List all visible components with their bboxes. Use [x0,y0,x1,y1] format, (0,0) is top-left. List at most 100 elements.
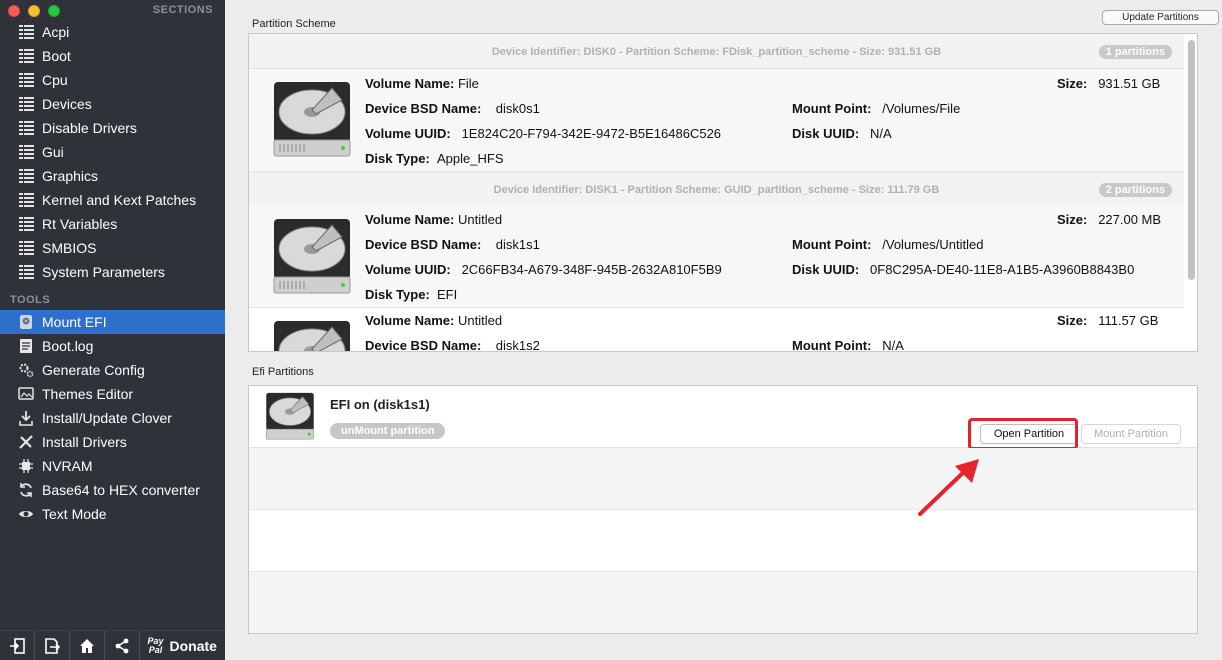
import-button[interactable] [0,630,35,660]
device-header: Device Identifier: DISK0 - Partition Sch… [249,34,1184,69]
bsd-name-label: Device BSD Name: [365,101,482,116]
annotation-arrow [918,459,979,516]
size-value: 227.00 MB [1098,212,1162,227]
bsd-name-value: disk0s1 [495,101,540,116]
disk-uuid-value: 0F8C295A-DE40-11E8-A1B5-A3960B8843B0 [870,262,1135,277]
gears-icon [18,362,34,378]
tool-item-label: Themes Editor [42,386,134,402]
tool-item-base64-to-hex-converter[interactable]: Base64 to HEX converter [0,478,225,502]
disk-uuid-label: Disk UUID: [792,262,860,277]
efi-partitions-list[interactable]: EFI on (disk1s1) unMount partition Open … [248,385,1198,634]
tool-item-label: Generate Config [42,362,145,378]
volume-row[interactable]: Volume Name: Untitled Device BSD Name: d… [249,308,1184,352]
mount-partition-button[interactable]: Mount Partition [1081,424,1181,444]
tool-item-label: Base64 to HEX converter [42,482,200,498]
zoom-window-button[interactable] [48,5,60,17]
bsd-name-value: disk1s2 [495,338,540,352]
disk-uuid-value: N/A [870,126,892,141]
themes-icon [18,386,34,402]
size-value: 931.51 GB [1098,76,1161,91]
minimize-window-button[interactable] [28,5,40,17]
hard-disk-icon [274,321,350,351]
sidebar-item-rt-variables[interactable]: Rt Variables [0,212,225,236]
partition-scheme-title: Partition Scheme [252,18,336,30]
share-icon [115,638,128,653]
hard-disk-icon [273,219,351,294]
sidebar-item-kernel-and-kext-patches[interactable]: Kernel and Kext Patches [0,188,225,212]
volume-uuid-label: Volume UUID: [365,126,451,141]
donate-label: Donate [169,637,217,654]
paypal-icon: Pay Pal [147,635,164,655]
volume-row[interactable]: Volume Name: File Device BSD Name: disk0… [249,69,1184,172]
import-icon [9,637,25,654]
efi-partitions-title: Efi Partitions [252,366,314,378]
close-window-button[interactable] [8,5,20,17]
tool-item-install-update-clover[interactable]: Install/Update Clover [0,406,225,430]
efi-partition-row[interactable]: EFI on (disk1s1) unMount partition Open … [249,386,1197,450]
tool-item-themes-editor[interactable]: Themes Editor [0,382,225,406]
tool-item-label: NVRAM [42,458,93,474]
tools-icon [18,434,34,450]
sidebar-item-gui[interactable]: Gui [0,140,225,164]
convert-icon [18,482,34,498]
unmount-partition-button[interactable]: unMount partition [330,423,446,439]
tool-item-label: Boot.log [42,338,94,354]
disk-type-label: Disk Type: [365,151,430,166]
bsd-name-label: Device BSD Name: [365,338,482,352]
mount-point-value: /Volumes/File [882,101,961,116]
tool-item-text-mode[interactable]: Text Mode [0,502,225,526]
list-icon [18,216,34,232]
export-button[interactable] [35,630,70,660]
sidebar-item-acpi[interactable]: Acpi [0,20,225,44]
tools-heading: TOOLS [10,294,51,306]
tool-item-boot-log[interactable]: Boot.log [0,334,225,358]
sidebar-item-cpu[interactable]: Cpu [0,68,225,92]
efi-partition-title: EFI on (disk1s1) [330,397,430,412]
list-icon [18,24,34,40]
partitions-count-badge: 2 partitions [1098,183,1172,197]
volume-row[interactable]: Volume Name: Untitled Device BSD Name: d… [249,206,1184,308]
share-button[interactable] [105,630,140,660]
sidebar-item-smbios[interactable]: SMBIOS [0,236,225,260]
sidebar-item-label: Cpu [42,72,68,88]
sidebar-item-system-parameters[interactable]: System Parameters [0,260,225,284]
list-icon [18,48,34,64]
main-panel: Partition Scheme Update Partitions Devic… [225,0,1222,660]
export-icon [45,637,60,654]
partition-scheme-list[interactable]: Device Identifier: DISK0 - Partition Sch… [248,33,1198,352]
update-partitions-button[interactable]: Update Partitions [1102,10,1219,25]
disk-type-value: Apple_HFS [437,151,504,166]
mount-point-value: /Volumes/Untitled [882,237,984,252]
list-icon [18,240,34,256]
sidebar-item-disable-drivers[interactable]: Disable Drivers [0,116,225,140]
donate-button[interactable]: Pay Pal Donate [140,631,225,660]
tool-item-mount-efi[interactable]: Mount EFI [0,310,225,334]
hard-disk-icon [265,392,315,440]
size-value: 111.57 GB [1098,313,1159,328]
sidebar-item-label: Rt Variables [42,216,118,232]
volume-uuid-value: 2C66FB34-A679-348F-945B-2632A810F5B9 [461,262,722,277]
tool-item-generate-config[interactable]: Generate Config [0,358,225,382]
list-icon [18,96,34,112]
empty-row [249,510,1197,572]
sidebar-item-graphics[interactable]: Graphics [0,164,225,188]
eye-icon [18,506,34,522]
sidebar-item-label: SMBIOS [42,240,97,256]
sidebar-item-devices[interactable]: Devices [0,92,225,116]
scrollbar-thumb[interactable] [1188,40,1195,280]
sidebar-item-label: Kernel and Kext Patches [42,192,197,208]
device-identifier: Device Identifier: DISK0 - Partition Sch… [491,46,942,58]
size-label: Size: [1057,76,1088,91]
tool-item-label: Install/Update Clover [42,410,172,426]
list-icon [18,120,34,136]
list-icon [18,144,34,160]
home-button[interactable] [70,630,105,660]
tool-item-nvram[interactable]: NVRAM [0,454,225,478]
bsd-name-value: disk1s1 [495,237,540,252]
volume-name-value: Untitled [457,313,503,328]
sidebar-item-boot[interactable]: Boot [0,44,225,68]
tool-item-install-drivers[interactable]: Install Drivers [0,430,225,454]
disk-type-value: EFI [437,287,458,302]
tool-item-label: Mount EFI [42,314,107,330]
volume-uuid-value: 1E824C20-F794-342E-9472-B5E16486C526 [461,126,722,141]
